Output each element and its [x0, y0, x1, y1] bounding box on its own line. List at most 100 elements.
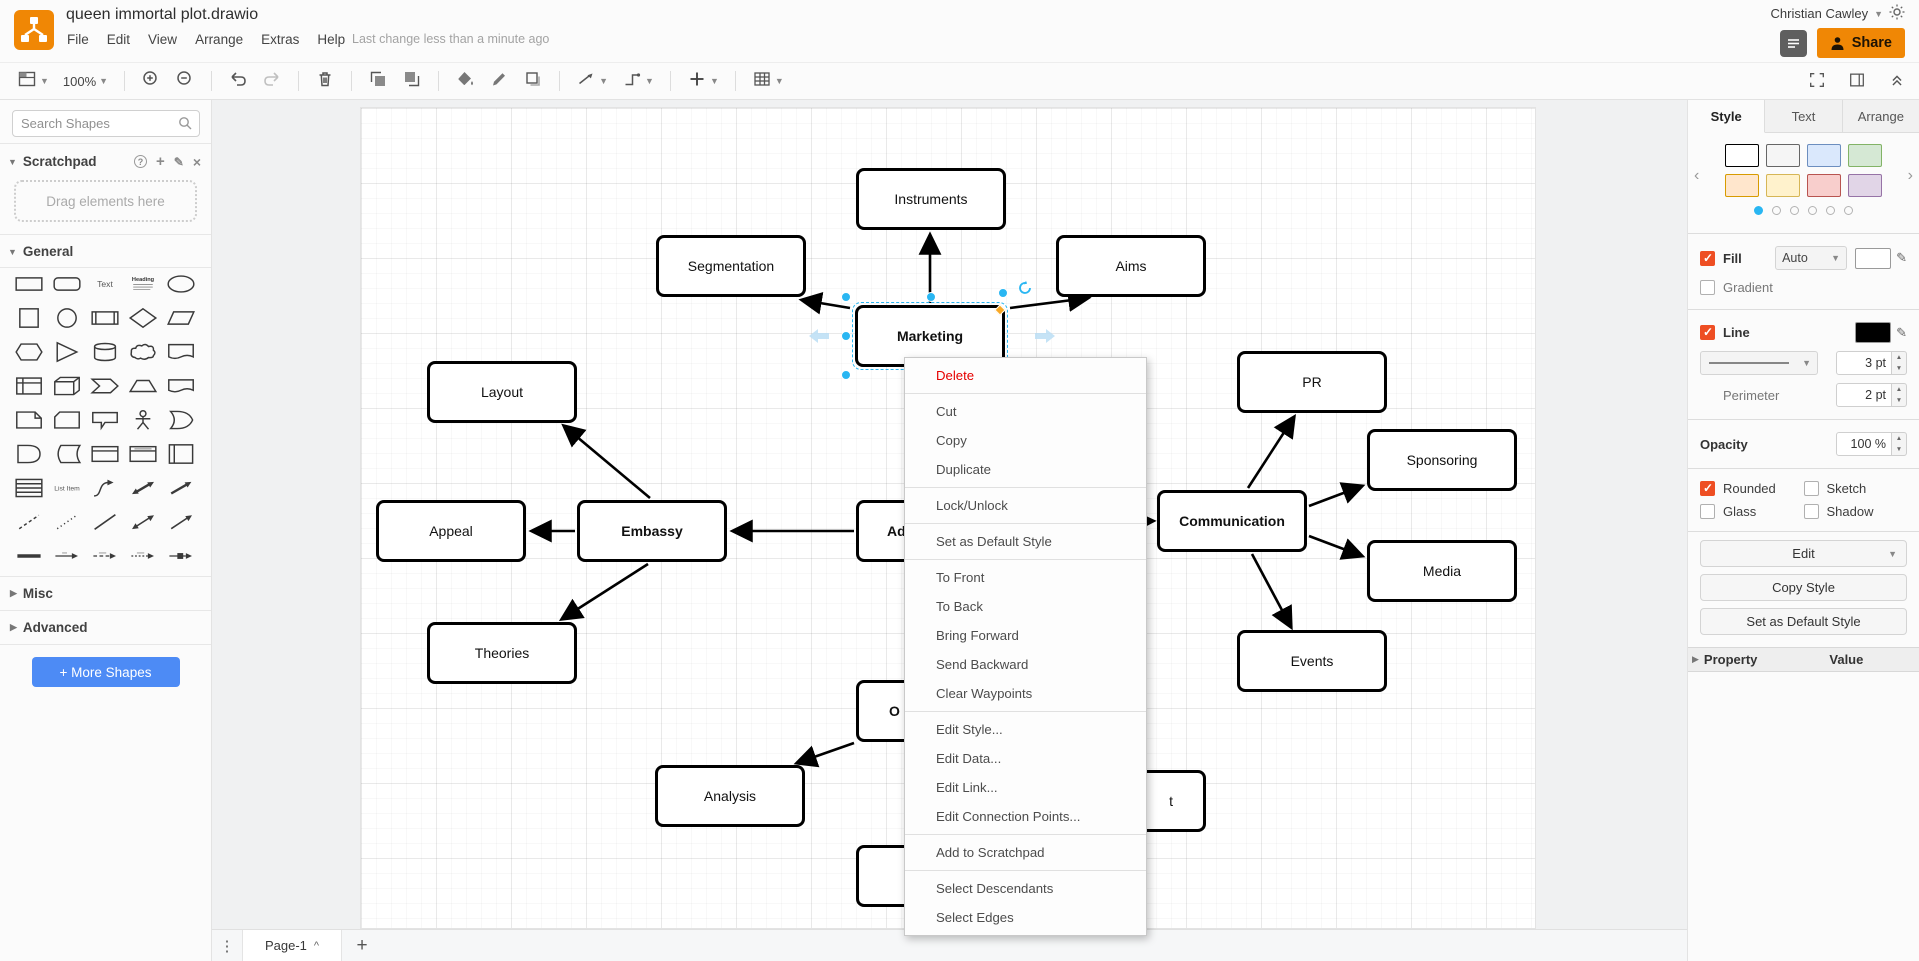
sketch-checkbox[interactable]: [1804, 481, 1819, 496]
context-menu-item-to-front[interactable]: To Front: [905, 563, 1146, 592]
copy-style-button[interactable]: Copy Style: [1700, 574, 1907, 601]
shape-curve[interactable]: [86, 476, 124, 500]
menu-arrange[interactable]: Arrange: [186, 29, 252, 50]
context-menu-item-select-edges[interactable]: Select Edges: [905, 903, 1146, 932]
fill-color-button[interactable]: [450, 66, 480, 97]
menu-file[interactable]: File: [58, 29, 98, 50]
shape-tape[interactable]: [162, 374, 200, 398]
diagram-node-sponsoring[interactable]: Sponsoring: [1367, 429, 1517, 491]
tab-text[interactable]: Text: [1765, 100, 1842, 132]
shape-process[interactable]: [86, 306, 124, 330]
direction-arrow-icon[interactable]: [808, 328, 830, 349]
diagram-node-events[interactable]: Events: [1237, 630, 1387, 692]
fullscreen-button[interactable]: [1803, 68, 1831, 97]
search-shapes-input[interactable]: [12, 110, 200, 137]
diagram-node-instruments[interactable]: Instruments: [856, 168, 1006, 230]
menu-edit[interactable]: Edit: [98, 29, 139, 50]
preset-page-dot-2[interactable]: [1772, 206, 1781, 215]
edit-button[interactable]: Edit▼: [1700, 540, 1907, 567]
opacity-stepper[interactable]: ▲▼: [1892, 432, 1907, 456]
context-menu-item-duplicate[interactable]: Duplicate: [905, 455, 1146, 484]
shape-arrow[interactable]: [162, 476, 200, 500]
shape-callout[interactable]: [86, 408, 124, 432]
shape-list-item[interactable]: List Item: [48, 476, 86, 500]
menu-view[interactable]: View: [139, 29, 186, 50]
style-preset-5[interactable]: [1725, 174, 1759, 197]
shape-container[interactable]: [86, 442, 124, 466]
diagram-node-communication[interactable]: Communication: [1157, 490, 1307, 552]
opacity-input[interactable]: 100 %: [1836, 432, 1892, 456]
help-icon[interactable]: ?: [134, 155, 147, 168]
tab-arrange[interactable]: Arrange: [1843, 100, 1919, 132]
eyedropper-icon[interactable]: ✎: [1896, 325, 1907, 341]
shape-container-title[interactable]: [124, 442, 162, 466]
line-width-input[interactable]: 3 pt: [1836, 351, 1892, 375]
context-menu-item-edit-style[interactable]: Edit Style...: [905, 715, 1146, 744]
glass-checkbox[interactable]: [1700, 504, 1715, 519]
shape-dashed-edge-2[interactable]: [124, 544, 162, 568]
gradient-checkbox[interactable]: [1700, 280, 1715, 295]
shape-cloud[interactable]: [124, 340, 162, 364]
collapse-button[interactable]: [1883, 68, 1911, 97]
diagram-node-media[interactable]: Media: [1367, 540, 1517, 602]
preset-page-dot-1[interactable]: [1754, 206, 1763, 215]
shape-ellipse[interactable]: [162, 272, 200, 296]
menu-help[interactable]: Help: [308, 29, 354, 50]
shape-card[interactable]: [48, 408, 86, 432]
shape-dotted-line[interactable]: [48, 510, 86, 534]
shape-diamond[interactable]: [124, 306, 162, 330]
context-menu-item-cut[interactable]: Cut: [905, 397, 1146, 426]
line-width-stepper[interactable]: ▲▼: [1892, 351, 1907, 375]
shape-dashed-edge-1[interactable]: [86, 544, 124, 568]
advanced-section-header[interactable]: ▶ Advanced: [0, 611, 211, 644]
shape-or[interactable]: [162, 408, 200, 432]
shape-dashed-line[interactable]: [10, 510, 48, 534]
presets-prev-icon[interactable]: ‹: [1694, 167, 1699, 185]
style-preset-2[interactable]: [1766, 144, 1800, 167]
drawing-canvas[interactable]: InstrumentsSegmentationAimsMarketingLayo…: [212, 100, 1687, 961]
tab-style[interactable]: Style: [1688, 100, 1765, 133]
diagram-node-segmentation[interactable]: Segmentation: [656, 235, 806, 297]
shadow-button[interactable]: [518, 66, 548, 97]
shape-parallelogram[interactable]: [162, 306, 200, 330]
preset-page-dot-5[interactable]: [1826, 206, 1835, 215]
edit-icon[interactable]: ✎: [174, 155, 184, 169]
diagram-panel-button[interactable]: ▼: [12, 66, 54, 97]
preset-page-dot-6[interactable]: [1844, 206, 1853, 215]
set-as-default-style-button[interactable]: Set as Default Style: [1700, 608, 1907, 635]
shape-link[interactable]: [10, 544, 48, 568]
shape-step[interactable]: [86, 374, 124, 398]
theme-icon[interactable]: [1889, 4, 1905, 23]
waypoints-button[interactable]: ▼: [617, 66, 659, 97]
misc-section-header[interactable]: ▶ Misc: [0, 577, 211, 610]
shape-textbox[interactable]: Heading: [124, 272, 162, 296]
delete-button[interactable]: [310, 66, 340, 97]
context-menu-item-edit-data[interactable]: Edit Data...: [905, 744, 1146, 773]
context-menu-item-bring-forward[interactable]: Bring Forward: [905, 621, 1146, 650]
rounded-checkbox[interactable]: [1700, 481, 1715, 496]
edge-handle-icon[interactable]: [841, 331, 851, 341]
shape-trapezoid[interactable]: [124, 374, 162, 398]
line-checkbox[interactable]: [1700, 325, 1715, 340]
edge-handle-icon[interactable]: [998, 288, 1008, 298]
shape-cylinder[interactable]: [86, 340, 124, 364]
scratchpad-drop-zone[interactable]: Drag elements here: [14, 180, 197, 222]
shape-list[interactable]: [10, 476, 48, 500]
fill-mode-select[interactable]: Auto▼: [1775, 246, 1847, 270]
menu-extras[interactable]: Extras: [252, 29, 308, 50]
shape-actor[interactable]: [124, 408, 162, 432]
context-menu-item-lock-unlock[interactable]: Lock/Unlock: [905, 491, 1146, 520]
diagram-node-pr[interactable]: PR: [1237, 351, 1387, 413]
shape-line[interactable]: [86, 510, 124, 534]
direction-arrow-icon[interactable]: [1034, 328, 1056, 349]
line-color-button[interactable]: [484, 66, 514, 97]
connection-button[interactable]: ▼: [571, 66, 613, 97]
style-preset-7[interactable]: [1807, 174, 1841, 197]
context-menu-item-edit-link[interactable]: Edit Link...: [905, 773, 1146, 802]
preset-page-dot-3[interactable]: [1790, 206, 1799, 215]
shape-edge-with-box[interactable]: [162, 544, 200, 568]
shape-data-storage[interactable]: [48, 442, 86, 466]
zoom-out-button[interactable]: [170, 66, 200, 97]
table-button[interactable]: ▼: [747, 66, 789, 97]
zoom-level-select[interactable]: 100%▼: [58, 71, 113, 92]
